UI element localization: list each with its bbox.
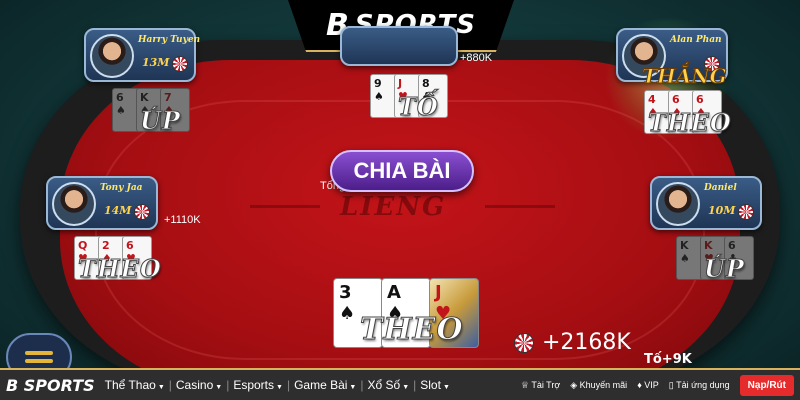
action-label: ÚP xyxy=(140,106,181,136)
my-action-label: THEO xyxy=(360,312,464,348)
nav-item-casino[interactable]: Casino ▼ xyxy=(176,378,222,392)
avatar xyxy=(52,182,96,226)
avatar xyxy=(90,34,134,78)
player-name: Harry Tuyen xyxy=(138,35,201,45)
player-chips: 10M xyxy=(708,204,736,217)
nav-item-game-bai[interactable]: Game Bài ▼ xyxy=(294,378,356,392)
action-label: TỐ xyxy=(398,92,439,122)
menu-icon xyxy=(25,351,53,355)
table-divider-left xyxy=(250,205,320,208)
deal-button[interactable]: CHIA BÀI xyxy=(330,150,474,192)
deposit-withdraw-button[interactable]: Nạp/Rút xyxy=(739,374,794,396)
nav-link-vip[interactable]: ♦ VIP xyxy=(637,380,659,390)
nav-logo[interactable]: B SPORTS xyxy=(6,376,95,395)
chip-icon xyxy=(172,56,188,72)
nav-link-khuyen-mai[interactable]: ◈ Khuyến mãi xyxy=(570,380,627,391)
nav-item-slot[interactable]: Slot ▼ xyxy=(420,378,450,392)
player-chips: 14M xyxy=(104,204,132,217)
action-label: ÚP xyxy=(704,254,745,284)
nav-item-esports[interactable]: Esports ▼ xyxy=(233,378,283,392)
table-divider-right xyxy=(485,205,555,208)
bet-amount: +1110K xyxy=(164,214,201,226)
game-stage: LIENG B SPORTS Harry Tuyen 13M 6 ♠ K ♠ 7 ♦ … xyxy=(0,0,800,400)
player-top-center[interactable] xyxy=(340,26,458,66)
nav-right-links: ♕ Tài Trợ ◈ Khuyến mãi ♦ VIP ▯ Tải ứng d… xyxy=(521,374,794,396)
nav-item-xo-so[interactable]: Xổ Số ▼ xyxy=(367,378,409,392)
nav-item-the-thao[interactable]: Thể Thao ▼ xyxy=(105,378,165,392)
player-name: Tony Jaa xyxy=(100,183,143,193)
raise-hint: Tố+9K xyxy=(644,352,692,367)
action-label: THEO xyxy=(648,108,732,138)
table-watermark: LIENG xyxy=(340,192,447,222)
player-right[interactable]: Daniel 10M xyxy=(650,176,762,230)
nav-link-tai-tro[interactable]: ♕ Tài Trợ xyxy=(521,380,560,391)
chip-icon xyxy=(134,204,150,220)
avatar xyxy=(656,182,700,226)
player-name: Daniel xyxy=(704,183,737,193)
player-chips: 13M xyxy=(142,56,170,69)
nav-link-tai-ung-dung[interactable]: ▯ Tải ứng dụng xyxy=(669,380,730,391)
chip-icon xyxy=(514,332,534,353)
bet-amount: +880K xyxy=(460,52,493,64)
bottom-navbar: B SPORTS Thể Thao ▼ | Casino ▼ | Esports ▼ … xyxy=(0,368,800,400)
chip-icon xyxy=(738,204,754,220)
action-label: THEO xyxy=(78,254,162,284)
win-label: THẮNG xyxy=(642,64,728,89)
player-left[interactable]: Tony Jaa 14M xyxy=(46,176,158,230)
my-bet-amount: +2168K xyxy=(542,330,631,355)
player-name: Alan Phan xyxy=(670,35,722,45)
player-top-left[interactable]: Harry Tuyen 13M xyxy=(84,28,200,82)
my-bet: +2168K xyxy=(514,330,631,355)
